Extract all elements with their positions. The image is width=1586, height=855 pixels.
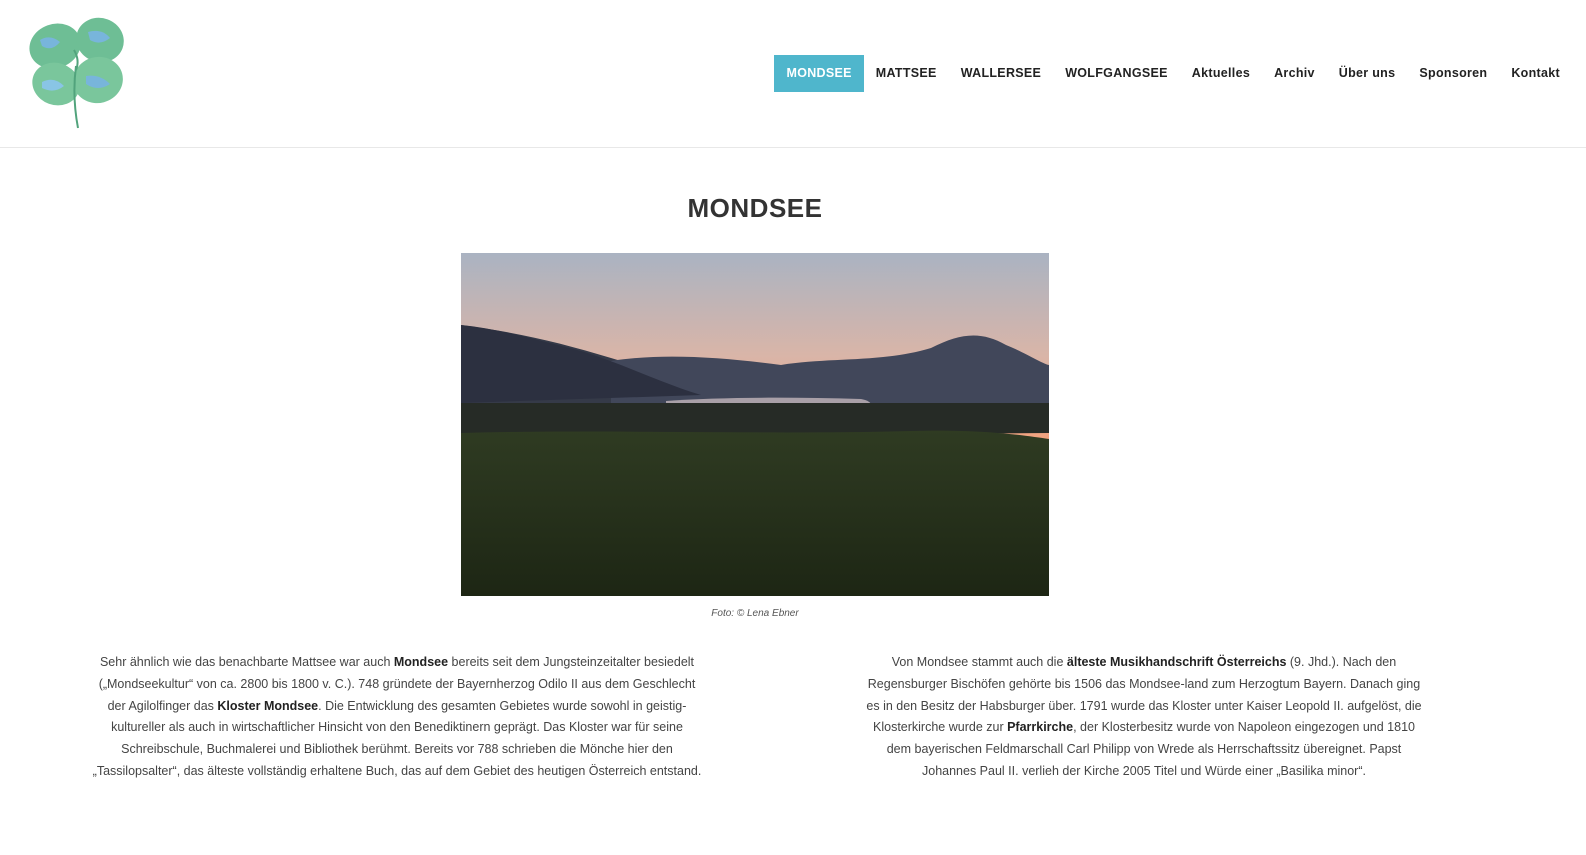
- bold-term-musikhandschrift: älteste Musikhandschrift Österreichs: [1066, 655, 1287, 669]
- nav-item-wolfgangsee[interactable]: WOLFGANGSEE: [1053, 55, 1180, 92]
- text-segment: Von Mondsee stammt auch die: [891, 655, 1067, 669]
- bold-term-kloster-mondsee: Kloster Mondsee: [217, 698, 319, 713]
- history-text-left: Sehr ähnlich wie das benachbarte Mattsee…: [88, 652, 706, 783]
- site-header: MONDSEE MATTSEE WALLERSEE WOLFGANGSEE Ak…: [0, 0, 1586, 148]
- nav-item-wallersee[interactable]: WALLERSEE: [949, 55, 1053, 92]
- nav-item-kontakt[interactable]: Kontakt: [1499, 55, 1572, 92]
- history-text-right: Von Mondsee stammt auch die älteste Musi…: [866, 652, 1422, 783]
- nav-item-ueber-uns[interactable]: Über uns: [1327, 55, 1408, 92]
- bold-term-mondsee: Mondsee: [393, 655, 449, 669]
- text-segment: Sehr ähnlich wie das benachbarte Mattsee…: [99, 655, 394, 669]
- four-leaf-clover-icon[interactable]: [22, 10, 132, 132]
- main-navigation: MONDSEE MATTSEE WALLERSEE WOLFGANGSEE Ak…: [774, 55, 1572, 92]
- page-title: MONDSEE: [687, 193, 823, 223]
- mondsee-landscape-photo: [461, 253, 1049, 596]
- photo-caption: Foto: © Lena Ebner: [711, 608, 799, 619]
- nav-item-mattsee[interactable]: MATTSEE: [864, 55, 949, 92]
- nav-item-aktuelles[interactable]: Aktuelles: [1180, 55, 1262, 92]
- bold-term-pfarrkirche: Pfarrkirche: [1007, 720, 1074, 735]
- nav-item-archiv[interactable]: Archiv: [1262, 55, 1327, 92]
- nav-item-sponsoren[interactable]: Sponsoren: [1407, 55, 1499, 92]
- nav-item-mondsee[interactable]: MONDSEE: [774, 55, 864, 92]
